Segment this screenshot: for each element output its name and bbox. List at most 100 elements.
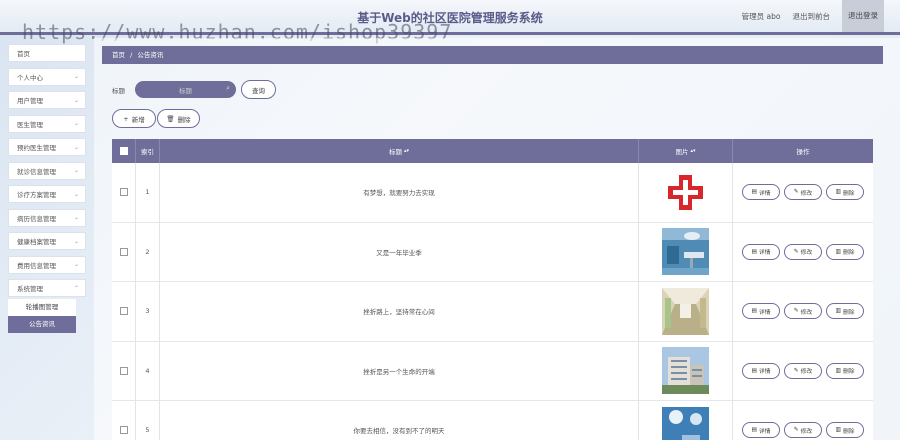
sidebar-item-visits[interactable]: 就诊信息管理 ⌄ (8, 161, 86, 180)
chevron-down-icon: ⌄ (73, 237, 79, 245)
detail-icon: ▤ (751, 248, 757, 255)
sidebar-item-label: 病历信息管理 (17, 214, 56, 223)
detail-icon: ▤ (751, 427, 757, 434)
row-checkbox[interactable] (119, 188, 128, 197)
sidebar-item-label: 健康档案管理 (17, 238, 56, 246)
trash-icon: ▥ (835, 189, 841, 196)
delete-button[interactable]: ▥ 删除 (826, 422, 864, 439)
row-index: 1 (136, 163, 160, 222)
detail-button[interactable]: ▤ 详情 (742, 422, 780, 439)
sidebar-item-label: 首页 (17, 50, 30, 58)
edit-button[interactable]: ✎ 修改 (784, 303, 822, 320)
breadcrumb-current: 公告资讯 (137, 51, 164, 59)
logout-button[interactable]: 退出登录 (842, 0, 884, 32)
header-picture[interactable]: 图片 ▴▾ (639, 139, 733, 163)
chevron-down-icon: ⌄ (73, 190, 79, 198)
sidebar-item-label: 个人中心 (17, 73, 43, 82)
breadcrumb-home[interactable]: 首页 (112, 51, 125, 59)
row-index: 2 (136, 222, 160, 281)
edit-icon: ✎ (793, 189, 799, 196)
trash-icon: ▥ (835, 248, 841, 255)
chevron-down-icon: ⌄ (73, 120, 79, 127)
sidebar-item-treatment[interactable]: 诊疗方案管理 ⌄ (8, 185, 86, 203)
delete-button[interactable]: ▥ 删除 (826, 362, 864, 379)
sidebar-item-label: 用户管理 (17, 97, 43, 105)
edit-icon: ✎ (793, 367, 799, 374)
query-button[interactable]: 查询 (241, 80, 276, 99)
batch-delete-button[interactable]: 🗑︎ 删除 (157, 109, 200, 128)
add-button[interactable]: + 新增 (112, 109, 156, 128)
chevron-down-icon: ⌄ (73, 167, 79, 174)
red-cross-image (662, 168, 709, 216)
edit-button[interactable]: ✎ 修改 (784, 362, 822, 379)
row-index: 5 (136, 401, 160, 440)
trash-icon: 🗑︎ (166, 114, 175, 123)
back-to-front-link[interactable]: 退出到前台 (793, 11, 831, 22)
sidebar-item-home[interactable]: 首页 (8, 44, 86, 62)
sort-icon: ▴▾ (403, 148, 410, 154)
detail-button[interactable]: ▤ 详情 (742, 184, 780, 201)
chevron-up-icon: ⌃ (73, 284, 79, 292)
detail-label: 详情 (758, 309, 771, 316)
row-title: 挫折路上，坚持常在心间 (160, 282, 639, 341)
edit-button[interactable]: ✎ 修改 (784, 422, 822, 439)
delete-label: 删除 (842, 190, 855, 197)
sidebar-item-label: 诊疗方案管理 (17, 191, 56, 199)
select-all-checkbox[interactable] (119, 147, 128, 155)
detail-button[interactable]: ▤ 详情 (742, 362, 780, 379)
sidebar-item-users[interactable]: 用户管理 ⌄ (8, 91, 86, 109)
row-checkbox[interactable] (119, 426, 128, 435)
detail-label: 详情 (758, 428, 771, 435)
delete-button[interactable]: ▥ 删除 (826, 243, 864, 260)
detail-button[interactable]: ▤ 详情 (742, 303, 780, 320)
query-button-label: 查询 (252, 86, 265, 95)
announcements-table: 索引 标题 ▴▾ 图片 ▴▾ 操作 1 有梦想，就要努力去实现 ▤ 详情 ✎ 修… (112, 139, 873, 440)
edit-button[interactable]: ✎ 修改 (784, 243, 822, 260)
trash-icon: ▥ (835, 308, 841, 315)
delete-button[interactable]: ▥ 删除 (826, 303, 864, 320)
sidebar-item-appointments[interactable]: 预约医生管理 ⌄ (8, 138, 86, 156)
row-checkbox[interactable] (119, 247, 128, 256)
sidebar-item-health-files[interactable]: 健康档案管理 ⌄ (8, 232, 86, 250)
search-bar: 标题 标题 ⌕ 查询 (112, 80, 276, 99)
row-checkbox[interactable] (119, 307, 128, 316)
search-icon: ⌕ (226, 84, 230, 92)
action-bar: + 新增 🗑︎ 删除 (112, 109, 200, 128)
row-index: 3 (136, 282, 160, 341)
edit-button[interactable]: ✎ 修改 (784, 184, 822, 201)
sidebar-item-fees[interactable]: 费用信息管理 ⌄ (8, 255, 86, 274)
main-content: 首页 / 公告资讯 标题 标题 ⌕ 查询 + 新增 🗑︎ 删除 索引 标题 ▴▾ (94, 38, 900, 440)
row-checkbox[interactable] (119, 366, 128, 375)
sidebar-item-profile[interactable]: 个人中心 ⌄ (8, 67, 86, 86)
hospital-corridor-image (662, 287, 709, 335)
search-input[interactable]: 标题 ⌕ (135, 81, 236, 98)
delete-label: 删除 (842, 309, 855, 316)
detail-button[interactable]: ▤ 详情 (742, 243, 780, 260)
table-row: 2 又是一年毕业季 ▤ 详情 ✎ 修改 ▥ 删除 (112, 222, 873, 282)
table-header: 索引 标题 ▴▾ 图片 ▴▾ 操作 (112, 139, 873, 163)
header-actions: 管理员 abo 退出到前台 退出登录 (742, 0, 884, 32)
submenu-item-carousel[interactable]: 轮播图管理 (8, 299, 76, 316)
current-user: 管理员 abo (741, 11, 781, 21)
table-row: 1 有梦想，就要努力去实现 ▤ 详情 ✎ 修改 ▥ 删除 (112, 163, 873, 223)
submenu-item-announcements[interactable]: 公告资讯 (8, 316, 76, 333)
sidebar-item-records[interactable]: 病历信息管理 ⌄ (8, 208, 86, 227)
header-picture-label: 图片 (675, 148, 689, 156)
sidebar: 首页 个人中心 ⌄ 用户管理 ⌄ 医生管理 ⌄ 预约医生管理 ⌄ 就诊信息管理 … (8, 44, 86, 333)
chevron-down-icon: ⌄ (73, 261, 79, 268)
system-submenu: 轮播图管理 公告资讯 (8, 299, 76, 333)
edit-label: 修改 (800, 369, 813, 376)
trash-icon: ▥ (835, 427, 841, 434)
surgery-lights-image (662, 406, 709, 440)
header-title[interactable]: 标题 ▴▾ (160, 139, 639, 163)
sidebar-item-doctors[interactable]: 医生管理 ⌄ (8, 114, 86, 133)
row-title: 又是一年毕业季 (160, 222, 639, 281)
header-ops: 操作 (796, 148, 810, 156)
sidebar-item-system[interactable]: 系统管理 ⌃ (8, 279, 86, 297)
detail-icon: ▤ (751, 308, 757, 315)
delete-button[interactable]: ▥ 删除 (826, 184, 864, 201)
table-row: 5 你要去相信，没有到不了的明天 ▤ 详情 ✎ 修改 ▥ 删除 (112, 401, 873, 440)
chevron-down-icon: ⌄ (73, 214, 79, 221)
header-title-label: 标题 (388, 148, 402, 156)
detail-icon: ▤ (751, 367, 757, 374)
